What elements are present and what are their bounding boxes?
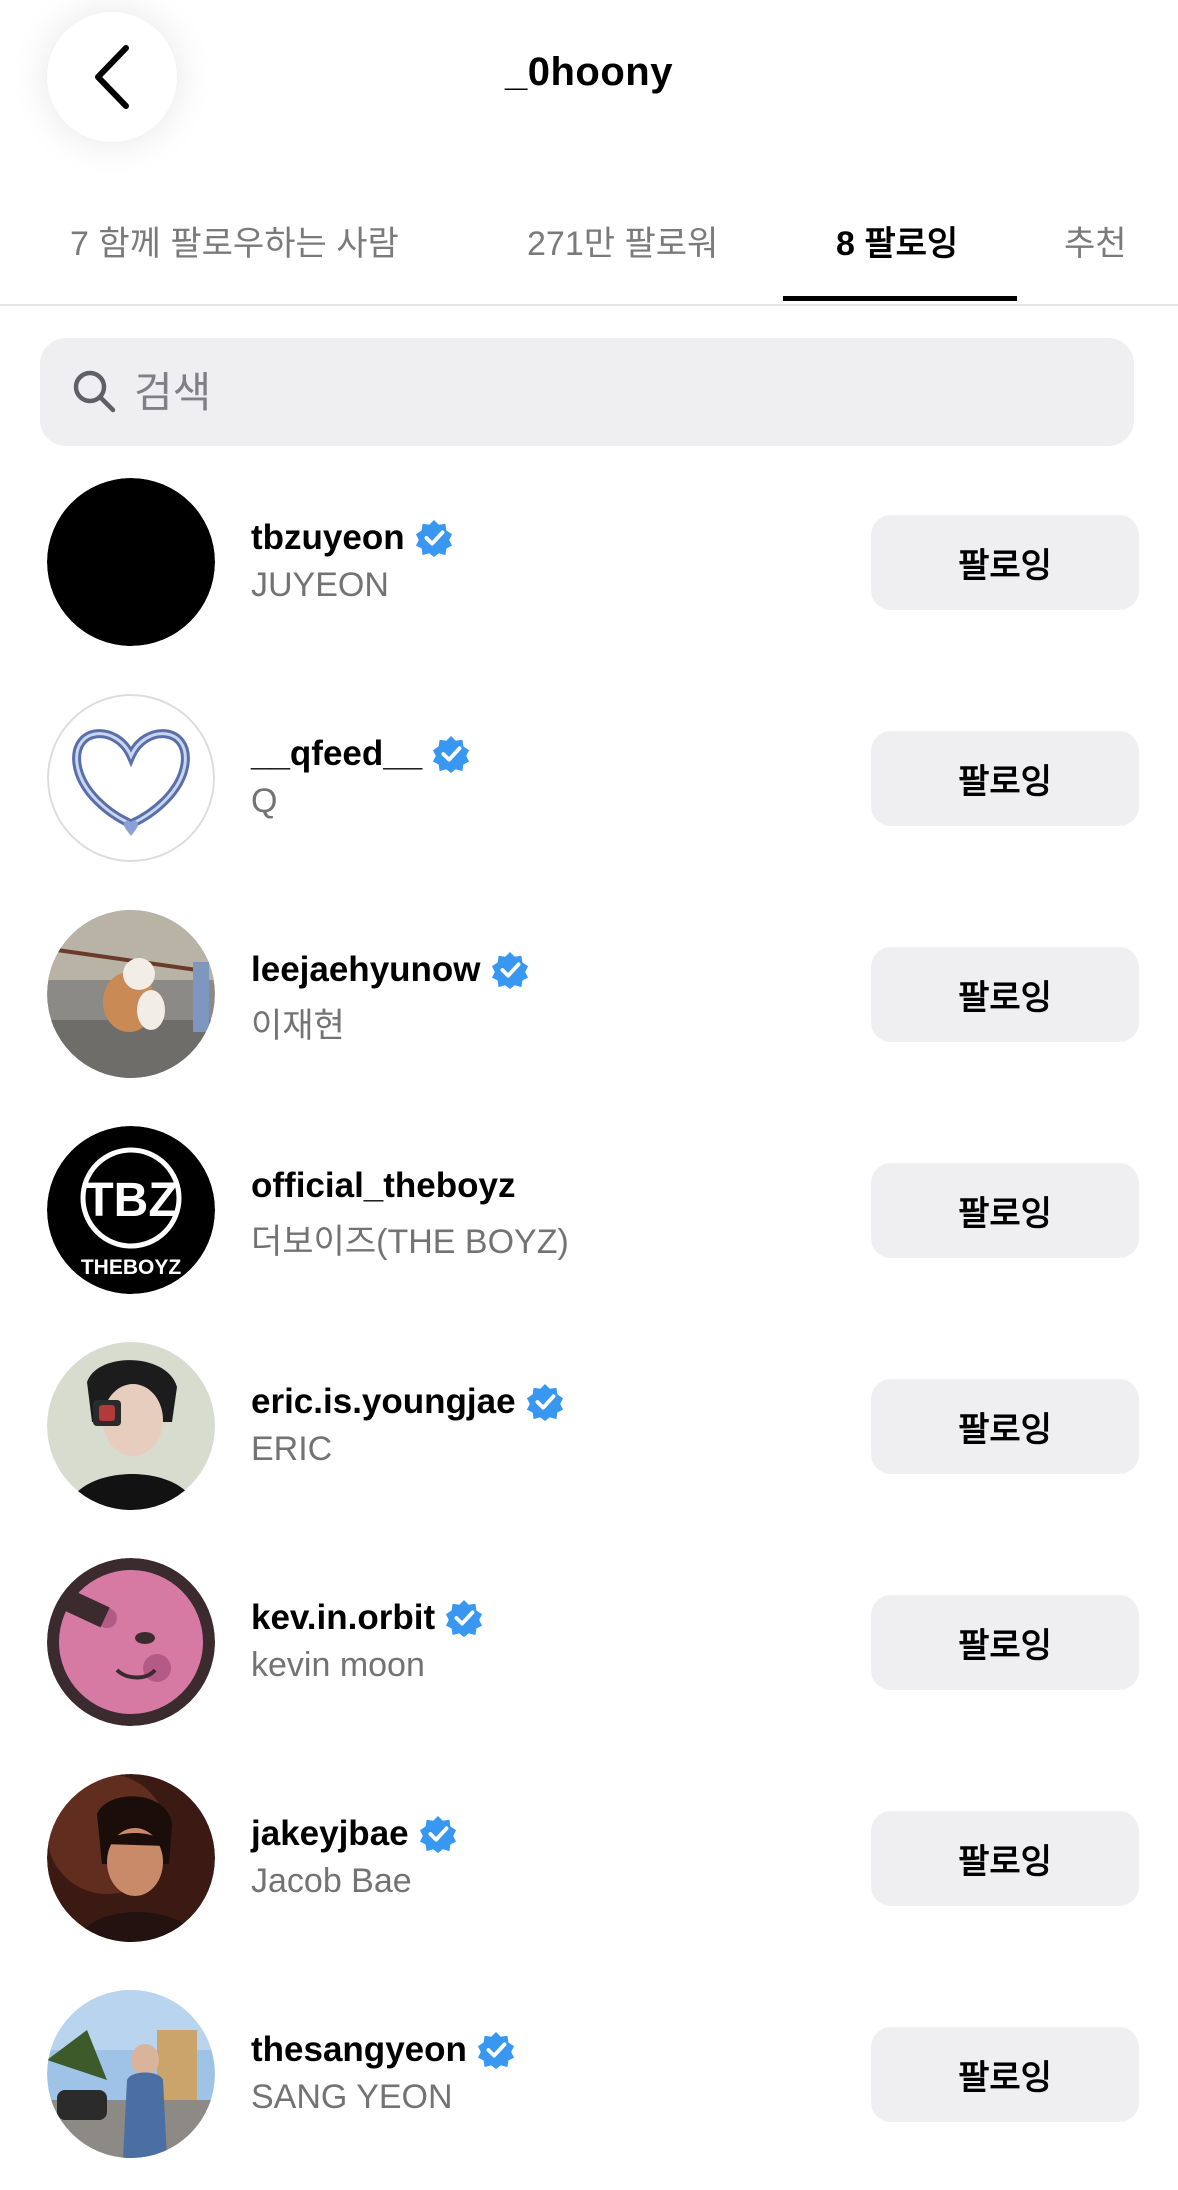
username-text: __qfeed__ (251, 734, 423, 773)
list-item[interactable]: thesangyeon SANG YEON 팔로잉 (0, 1974, 1178, 2190)
header: _0hoony (0, 0, 1178, 160)
verified-badge-icon (415, 519, 452, 557)
following-list: tbzuyeon JUYEON 팔로잉 __qfeed__ Q 팔로잉 leej… (0, 462, 1178, 2190)
svg-text:THEBOYZ: THEBOYZ (81, 1256, 182, 1279)
full-name: Jacob Bae (251, 1862, 412, 1900)
following-button[interactable]: 팔로잉 (871, 2027, 1139, 2122)
search-input[interactable] (132, 360, 1116, 426)
username[interactable]: tbzuyeon (251, 518, 453, 558)
username[interactable]: official_theboyz (251, 1166, 515, 1206)
avatar[interactable] (47, 1558, 215, 1726)
following-button[interactable]: 팔로잉 (871, 947, 1139, 1042)
tab-bar: 7 함께 팔로우하는 사람 271만 팔로워 8 팔로잉 추천 (0, 200, 1178, 306)
username-text: eric.is.youngjae (251, 1382, 516, 1421)
avatar[interactable] (47, 1990, 215, 2158)
username-text: tbzuyeon (251, 518, 405, 557)
tab-following[interactable]: 8 팔로잉 (836, 216, 958, 265)
verified-badge-icon (477, 2031, 514, 2069)
verified-badge-icon (419, 1815, 456, 1853)
full-name: ERIC (251, 1430, 333, 1468)
verified-badge-icon (433, 735, 470, 773)
avatar[interactable] (47, 910, 215, 1078)
full-name: JUYEON (251, 566, 389, 604)
username[interactable]: kev.in.orbit (251, 1598, 483, 1638)
full-name: Q (251, 782, 278, 820)
username[interactable]: eric.is.youngjae (251, 1382, 564, 1422)
username-text: jakeyjbae (251, 1814, 409, 1853)
username-text: thesangyeon (251, 2030, 467, 2069)
full-name: kevin moon (251, 1646, 425, 1684)
username-text: kev.in.orbit (251, 1598, 436, 1637)
list-item[interactable]: eric.is.youngjae ERIC 팔로잉 (0, 1326, 1178, 1542)
verified-badge-icon (526, 1383, 563, 1421)
list-item[interactable]: leejaehyunow 이재현 팔로잉 (0, 894, 1178, 1110)
full-name: 이재현 (251, 1007, 345, 1045)
list-item[interactable]: kev.in.orbit kevin moon 팔로잉 (0, 1542, 1178, 1758)
following-button[interactable]: 팔로잉 (871, 515, 1139, 610)
avatar[interactable] (47, 1774, 215, 1942)
following-button[interactable]: 팔로잉 (871, 731, 1139, 826)
active-tab-indicator (783, 296, 1017, 301)
list-item[interactable]: jakeyjbae Jacob Bae 팔로잉 (0, 1758, 1178, 1974)
username[interactable]: __qfeed__ (251, 734, 470, 774)
following-button[interactable]: 팔로잉 (871, 1379, 1139, 1474)
following-button[interactable]: 팔로잉 (871, 1163, 1139, 1258)
following-button[interactable]: 팔로잉 (871, 1811, 1139, 1906)
username[interactable]: jakeyjbae (251, 1814, 457, 1854)
username[interactable]: leejaehyunow (251, 950, 529, 990)
verified-badge-icon (446, 1599, 483, 1637)
tab-mutual-followers[interactable]: 7 함께 팔로우하는 사람 (70, 216, 399, 265)
search-icon (73, 370, 116, 413)
avatar[interactable] (47, 694, 215, 862)
avatar[interactable] (47, 1342, 215, 1510)
list-item[interactable]: TBZ THEBOYZ official_theboyz 더보이즈(THE BO… (0, 1110, 1178, 1326)
list-item[interactable]: __qfeed__ Q 팔로잉 (0, 678, 1178, 894)
avatar[interactable]: TBZ THEBOYZ (47, 1126, 215, 1294)
avatar[interactable] (47, 478, 215, 646)
username[interactable]: thesangyeon (251, 2030, 515, 2070)
svg-text:TBZ: TBZ (84, 1174, 177, 1227)
list-item[interactable]: tbzuyeon JUYEON 팔로잉 (0, 462, 1178, 678)
page-title: _0hoony (505, 50, 673, 94)
tab-followers[interactable]: 271만 팔로워 (527, 216, 718, 265)
search-bar[interactable] (40, 338, 1134, 446)
full-name: SANG YEON (251, 2078, 453, 2116)
full-name: 더보이즈(THE BOYZ) (251, 1223, 569, 1261)
verified-badge-icon (491, 951, 528, 989)
tab-suggested[interactable]: 추천 (1064, 216, 1127, 265)
following-button[interactable]: 팔로잉 (871, 1595, 1139, 1690)
username-text: official_theboyz (251, 1166, 516, 1205)
username-text: leejaehyunow (251, 950, 481, 989)
